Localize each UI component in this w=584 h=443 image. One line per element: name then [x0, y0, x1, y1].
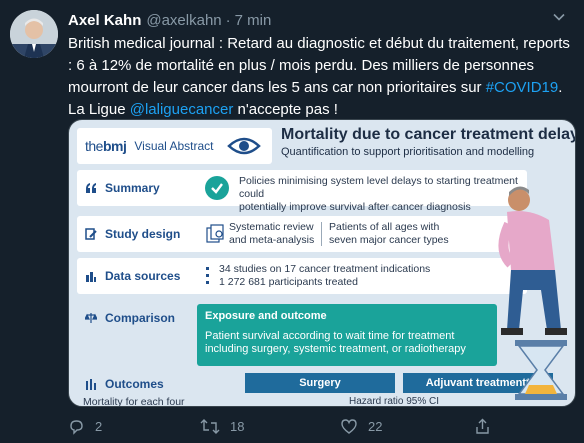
separator-dot: · [225, 11, 231, 29]
person-hourglass-illustration [498, 186, 567, 400]
summary-row: Summary Policies minimising system level… [77, 170, 527, 213]
author-name[interactable]: Axel Kahn [68, 12, 141, 29]
avatar[interactable] [10, 10, 58, 58]
divider [321, 222, 322, 246]
list-icon [206, 267, 209, 284]
comparison-label: Comparison [85, 300, 175, 336]
like-button[interactable]: 22 [340, 418, 382, 435]
surgery-header: Surgery [245, 373, 395, 393]
eye-icon [227, 137, 261, 155]
data-sources-label: Data sources [85, 258, 180, 294]
retweet-icon [200, 419, 220, 434]
more-options-chevron-icon[interactable] [548, 8, 570, 26]
study-design-text-1: Systematic review and meta-analysis [229, 221, 315, 246]
tweet-text: British medical journal : Retard au diag… [68, 33, 576, 121]
tweet-image[interactable]: thebmj Visual Abstract Mortality due to … [68, 119, 576, 407]
tweet-text-part-3: n'accepte pas ! [233, 101, 338, 118]
author-handle[interactable]: @axelkahn [146, 12, 221, 29]
data-sources-text: 34 studies on 17 cancer treatment indica… [219, 263, 431, 288]
study-design-row: Study design Systematic review and meta-… [77, 216, 527, 252]
mention-link[interactable]: @laliguecancer [130, 101, 234, 118]
exposure-box: Exposure and outcome Patient survival ac… [197, 304, 497, 366]
study-design-label: Study design [85, 216, 180, 252]
tweet-header: Axel Kahn @axelkahn · 7 min [68, 10, 271, 30]
hazard-ratio-label: Hazard ratio 95% CI [349, 396, 440, 407]
bars-icon [86, 379, 96, 390]
exposure-heading: Exposure and outcome [205, 310, 327, 322]
study-design-text-2: Patients of all ages with seven major ca… [329, 221, 449, 246]
hashtag-link[interactable]: #COVID19 [486, 79, 559, 96]
abstract-subtitle: Quantification to support prioritisation… [281, 146, 535, 158]
visual-abstract-label: Visual Abstract [134, 139, 214, 153]
abstract-title: Mortality due to cancer treatment delay [281, 126, 576, 143]
share-icon [476, 418, 489, 434]
summary-text: Policies minimising system level delays … [239, 175, 518, 213]
exposure-body: Patient survival according to wait time … [205, 330, 466, 355]
share-button[interactable] [474, 418, 491, 435]
avatar-photo [10, 10, 58, 58]
heart-icon [341, 419, 357, 434]
outcome-text: Mortality for each four [83, 396, 185, 407]
reply-count: 2 [95, 419, 103, 434]
documents-icon [206, 224, 224, 243]
quote-icon [86, 183, 96, 193]
bmj-logo: thebmj [85, 138, 127, 154]
bar-chart-icon [86, 272, 96, 282]
tweet-actions: 2 18 22 [68, 418, 576, 436]
scales-icon [85, 313, 97, 323]
reply-icon [70, 420, 83, 435]
pencil-icon [85, 228, 97, 240]
summary-label: Summary [85, 170, 160, 206]
like-count: 22 [368, 419, 383, 434]
retweet-count: 18 [230, 419, 245, 434]
data-sources-row: Data sources 34 studies on 17 cancer tre… [77, 258, 527, 294]
tweet-time[interactable]: 7 min [235, 12, 272, 29]
retweet-button[interactable]: 18 [200, 418, 244, 435]
checkmark-icon [205, 176, 229, 200]
reply-button[interactable]: 2 [68, 418, 102, 435]
bmj-logo-box: thebmj Visual Abstract [77, 128, 272, 164]
